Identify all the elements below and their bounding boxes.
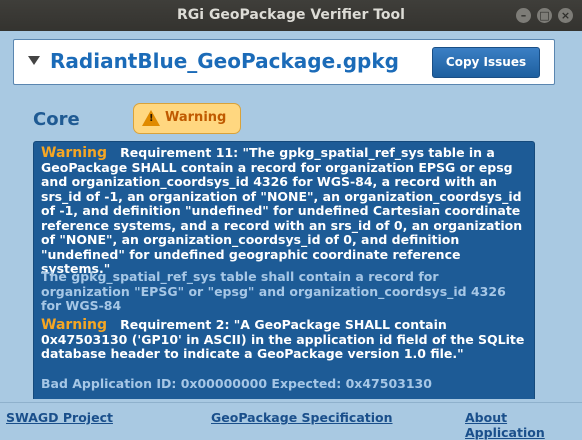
warning-icon: ! [142,110,160,126]
status-badge-label: Warning [165,110,227,125]
minimize-icon[interactable]: – [516,8,531,23]
issue-item: Warning Requirement 11: "The gpkg_spatia… [41,145,528,277]
results-panel: Core ! Warning Warning Requirement 11: "… [13,89,553,399]
maximize-icon[interactable]: □ [537,8,552,23]
status-badge: ! Warning [133,103,241,134]
section-title: Core [33,109,80,130]
file-name: RadiantBlue_GeoPackage.gpkg [50,49,399,73]
close-icon[interactable]: × [558,8,573,23]
file-header: RadiantBlue_GeoPackage.gpkg Copy Issues [13,39,555,85]
issue-message: Bad Application ID: 0x00000000 Expected:… [41,376,432,391]
issue-requirement: Requirement 11: "The gpkg_spatial_ref_sy… [41,145,523,276]
issue-item: Warning Requirement 2: "A GeoPackage SHA… [41,317,528,362]
copy-issues-button[interactable]: Copy Issues [432,47,540,78]
geopackage-spec-link[interactable]: GeoPackage Specification [211,410,393,425]
window-titlebar: RGi GeoPackage Verifier Tool – □ × [0,0,582,31]
issues-list[interactable]: Warning Requirement 11: "The gpkg_spatia… [33,141,535,399]
footer-bar: SWAGD Project GeoPackage Specification A… [0,402,582,440]
window-title: RGi GeoPackage Verifier Tool [177,7,405,23]
swagd-project-link[interactable]: SWAGD Project [6,410,113,425]
about-application-link[interactable]: About Application [465,410,582,440]
issue-message: The gpkg_spatial_ref_sys table shall con… [41,269,506,313]
collapse-triangle-icon[interactable] [28,56,40,65]
